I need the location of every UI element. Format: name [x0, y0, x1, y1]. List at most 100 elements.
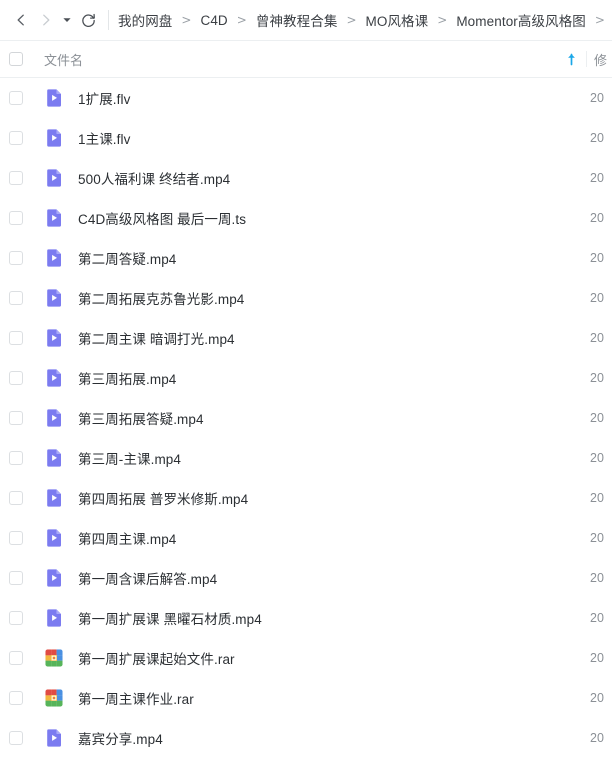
- file-row[interactable]: 第三周-主课.mp4 20: [0, 438, 612, 478]
- video-file-icon: [47, 209, 61, 227]
- file-select-checkbox[interactable]: [9, 451, 23, 465]
- video-file-icon: [47, 489, 61, 507]
- breadcrumb-separator: >: [437, 13, 448, 27]
- file-row[interactable]: C4D高级风格图 最后一周.ts 20: [0, 198, 612, 238]
- select-all-checkbox[interactable]: [9, 52, 23, 66]
- file-list-header: 文件名 修: [0, 41, 612, 78]
- file-mtime: 20: [590, 571, 605, 585]
- file-row[interactable]: 第二周主课 暗调打光.mp4 20: [0, 318, 612, 358]
- breadcrumb: 我的网盘 > C4D > 曾神教程合集 > MO风格课 > Momentor高级…: [118, 10, 612, 30]
- file-select-checkbox[interactable]: [9, 571, 23, 585]
- file-mtime: 20: [590, 451, 605, 465]
- breadcrumb-item-3[interactable]: MO风格课: [366, 10, 429, 30]
- file-row[interactable]: 嘉宾分享.mp4 20: [0, 718, 612, 758]
- chevron-left-icon: [17, 14, 24, 26]
- file-mtime: 20: [590, 291, 605, 305]
- file-select-checkbox[interactable]: [9, 531, 23, 545]
- file-name[interactable]: 第一周含课后解答.mp4: [78, 568, 582, 588]
- file-name[interactable]: 第三周拓展答疑.mp4: [78, 408, 582, 428]
- video-file-icon: [44, 288, 64, 308]
- file-select-checkbox[interactable]: [9, 691, 23, 705]
- file-select-checkbox[interactable]: [9, 131, 23, 145]
- breadcrumb-item-0[interactable]: 我的网盘: [118, 10, 172, 30]
- chevron-down-icon: [63, 18, 71, 22]
- video-file-icon: [47, 449, 61, 467]
- video-file-icon: [44, 728, 64, 748]
- video-file-icon: [47, 329, 61, 347]
- video-file-icon: [44, 608, 64, 628]
- file-mtime: 20: [590, 91, 605, 105]
- file-name[interactable]: 第二周答疑.mp4: [78, 248, 582, 268]
- video-file-icon: [44, 328, 64, 348]
- file-select-checkbox[interactable]: [9, 251, 23, 265]
- file-name[interactable]: 500人福利课 终结者.mp4: [78, 168, 582, 188]
- video-file-icon: [47, 129, 61, 147]
- file-select-checkbox[interactable]: [9, 211, 23, 225]
- column-header-filename[interactable]: 文件名: [44, 50, 562, 69]
- file-row[interactable]: 第一周扩展课 黑曜石材质.mp4 20: [0, 598, 612, 638]
- file-row[interactable]: 1主课.flv 20: [0, 118, 612, 158]
- file-name[interactable]: 第二周拓展克苏鲁光影.mp4: [78, 288, 582, 308]
- video-file-icon: [44, 568, 64, 588]
- video-file-icon: [47, 249, 61, 267]
- file-mtime: 20: [590, 411, 605, 425]
- file-mtime: 20: [590, 651, 605, 665]
- file-name[interactable]: 第二周主课 暗调打光.mp4: [78, 328, 582, 348]
- file-mtime: 20: [590, 131, 605, 145]
- breadcrumb-item-4[interactable]: Momentor高级风格图: [456, 10, 586, 30]
- video-file-icon: [47, 369, 61, 387]
- file-row[interactable]: 第一周扩展课起始文件.rar 20: [0, 638, 612, 678]
- file-row[interactable]: 第三周拓展.mp4 20: [0, 358, 612, 398]
- breadcrumb-item-1[interactable]: C4D: [200, 13, 227, 28]
- video-file-icon: [44, 488, 64, 508]
- file-name[interactable]: 第四周主课.mp4: [78, 528, 582, 548]
- forward-button[interactable]: [33, 7, 58, 33]
- file-name[interactable]: 第一周主课作业.rar: [78, 688, 582, 708]
- file-select-checkbox[interactable]: [9, 651, 23, 665]
- rar-archive-icon: [44, 648, 64, 668]
- chevron-right-icon: [42, 14, 49, 26]
- video-file-icon: [44, 528, 64, 548]
- file-row[interactable]: 第一周含课后解答.mp4 20: [0, 558, 612, 598]
- file-name[interactable]: 第三周-主课.mp4: [78, 448, 582, 468]
- file-select-checkbox[interactable]: [9, 291, 23, 305]
- file-row[interactable]: 第一周主课作业.rar 20: [0, 678, 612, 718]
- file-select-checkbox[interactable]: [9, 411, 23, 425]
- file-select-checkbox[interactable]: [9, 171, 23, 185]
- refresh-button[interactable]: [76, 7, 101, 33]
- file-select-checkbox[interactable]: [9, 491, 23, 505]
- column-header-mtime[interactable]: 修: [594, 50, 612, 69]
- video-file-icon: [47, 609, 61, 627]
- video-file-icon: [44, 208, 64, 228]
- file-name[interactable]: 第一周扩展课起始文件.rar: [78, 648, 582, 668]
- video-file-icon: [47, 409, 61, 427]
- back-button[interactable]: [8, 7, 33, 33]
- file-row[interactable]: 第二周拓展克苏鲁光影.mp4 20: [0, 278, 612, 318]
- sort-ascending-button[interactable]: [562, 53, 580, 66]
- file-select-checkbox[interactable]: [9, 331, 23, 345]
- file-select-checkbox[interactable]: [9, 371, 23, 385]
- file-row[interactable]: 第二周答疑.mp4 20: [0, 238, 612, 278]
- file-mtime: 20: [590, 331, 605, 345]
- file-name[interactable]: 1扩展.flv: [78, 88, 582, 108]
- file-row[interactable]: 第三周拓展答疑.mp4 20: [0, 398, 612, 438]
- breadcrumb-item-2[interactable]: 曾神教程合集: [256, 10, 338, 30]
- file-name[interactable]: 1主课.flv: [78, 128, 582, 148]
- file-name[interactable]: 第一周扩展课 黑曜石材质.mp4: [78, 608, 582, 628]
- file-row[interactable]: 500人福利课 终结者.mp4 20: [0, 158, 612, 198]
- video-file-icon: [44, 368, 64, 388]
- file-row[interactable]: 第四周拓展 普罗米修斯.mp4 20: [0, 478, 612, 518]
- file-name[interactable]: 第三周拓展.mp4: [78, 368, 582, 388]
- file-select-checkbox[interactable]: [9, 731, 23, 745]
- history-dropdown-button[interactable]: [58, 7, 76, 33]
- file-name[interactable]: 嘉宾分享.mp4: [78, 728, 582, 748]
- file-select-checkbox[interactable]: [9, 611, 23, 625]
- file-name[interactable]: C4D高级风格图 最后一周.ts: [78, 208, 582, 228]
- video-file-icon: [44, 128, 64, 148]
- breadcrumb-separator: >: [346, 13, 357, 27]
- file-row[interactable]: 1扩展.flv 20: [0, 78, 612, 118]
- file-row[interactable]: 第四周主课.mp4 20: [0, 518, 612, 558]
- breadcrumb-separator: >: [181, 13, 192, 27]
- file-name[interactable]: 第四周拓展 普罗米修斯.mp4: [78, 488, 582, 508]
- file-select-checkbox[interactable]: [9, 91, 23, 105]
